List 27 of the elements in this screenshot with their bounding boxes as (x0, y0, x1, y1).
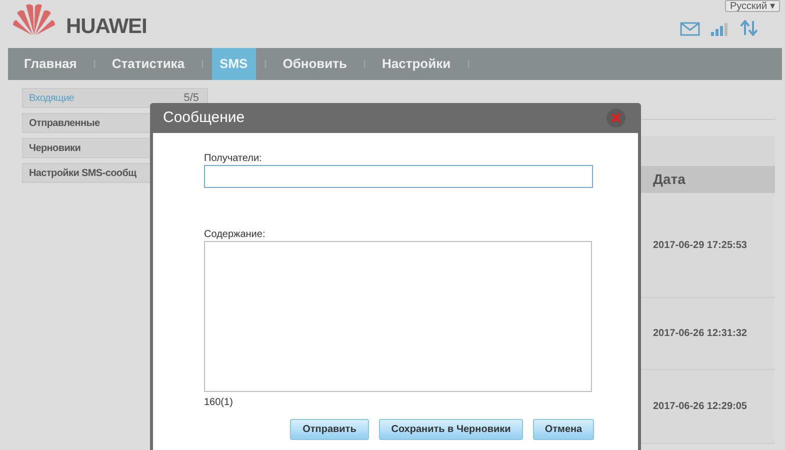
recipients-field[interactable] (204, 165, 593, 188)
message-field[interactable] (204, 241, 592, 392)
language-select[interactable]: Русский ▾ (725, 0, 780, 12)
logo-icon (12, 3, 56, 36)
column-header: Дата (641, 166, 775, 193)
nav-tab[interactable]: Главная (16, 48, 85, 80)
table-cell-text: 2017-06-26 12:29:05 (652, 400, 747, 414)
mail-icon[interactable] (680, 22, 700, 36)
sidebar-label: Отправленные (29, 116, 100, 130)
dialog-button[interactable]: Сохранить в Черновики (379, 419, 523, 440)
sidebar-item[interactable]: Входящие 5/5 (22, 88, 208, 108)
nav-tab[interactable]: Статистика (104, 48, 193, 80)
dialog-button[interactable]: Отмена (533, 419, 594, 440)
table-cell-text: 2017-06-26 12:31:32 (652, 327, 747, 341)
sidebar-label: Входящие (29, 92, 74, 106)
data-transfer-icon (740, 20, 758, 36)
table-cell-text: 2017-06-29 17:25:53 (652, 238, 747, 252)
character-counter: 160(1) (204, 396, 234, 410)
dialog-button[interactable]: Отправить (290, 419, 369, 440)
nav-tab[interactable]: Обновить (274, 48, 355, 80)
close-icon[interactable] (606, 108, 626, 128)
brand-name: HUAWEI (66, 14, 147, 40)
nav-tab[interactable]: Настройки (374, 48, 459, 80)
sidebar-label: Настройки SMS-сообщ (29, 166, 136, 180)
message-count: 5/5 (184, 90, 199, 106)
sidebar-label: Черновики (29, 142, 81, 156)
field-label: Содержание: (204, 229, 266, 241)
